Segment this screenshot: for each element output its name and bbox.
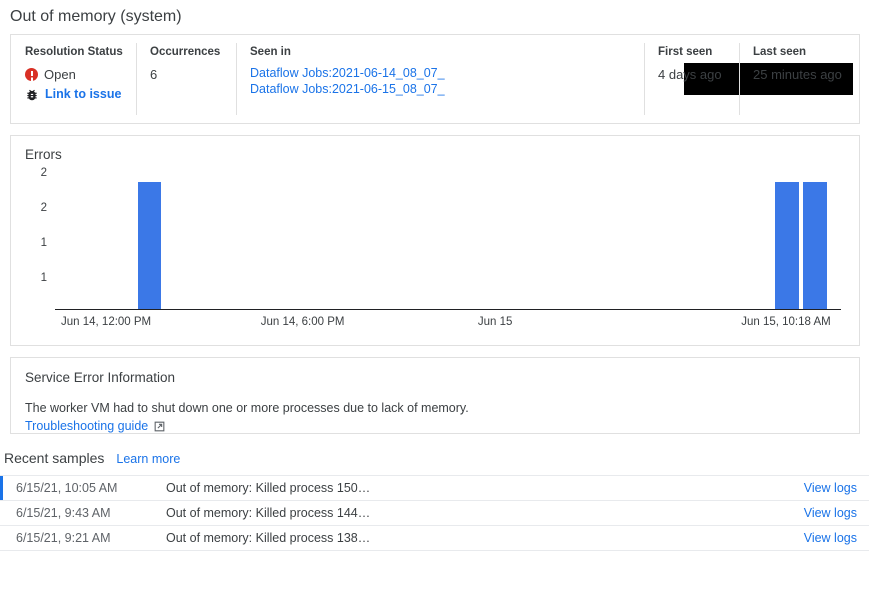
x-axis-tick-1: Jun 14, 6:00 PM xyxy=(261,315,345,329)
first-seen-label: First seen xyxy=(658,45,739,60)
table-row[interactable]: 6/15/21, 9:21 AMOut of memory: Killed pr… xyxy=(0,526,869,551)
seen-in-link-1[interactable]: Dataflow Jobs:2021-06-15_08_07_ xyxy=(250,81,644,97)
errors-chart-plot: 2211 Jun 14, 12:00 PMJun 14, 6:00 PMJun … xyxy=(11,136,859,345)
recent-samples-table: 6/15/21, 10:05 AMOut of memory: Killed p… xyxy=(0,475,869,551)
error-summary-card: Resolution Status Open Link to issue Occ… xyxy=(10,34,860,124)
occurrences-value: 6 xyxy=(150,65,236,84)
occurrences-column: Occurrences 6 xyxy=(136,35,236,123)
occurrences-label: Occurrences xyxy=(150,45,236,60)
x-axis-labels: Jun 14, 12:00 PM Jun 14, 6:00 PM Jun 15 Jun… xyxy=(55,315,841,331)
y-axis-tick-2: 1 xyxy=(25,237,47,249)
last-seen-column: Last seen 25 minutes ago xyxy=(739,35,859,123)
y-axis-tick-3: 1 xyxy=(25,272,47,284)
seen-in-label: Seen in xyxy=(250,45,644,60)
errors-chart-card: Errors 2211 Jun 14, 12:00 PMJun 14, 6:00… xyxy=(10,135,860,346)
sample-message: Out of memory: Killed process 144… xyxy=(166,506,804,520)
view-logs-link[interactable]: View logs xyxy=(804,481,869,495)
error-circle-icon xyxy=(25,68,38,81)
bar-1[interactable] xyxy=(775,182,799,309)
troubleshooting-guide-label: Troubleshooting guide xyxy=(25,419,148,433)
bar-2[interactable] xyxy=(803,182,827,309)
x-axis-tick-2: Jun 15 xyxy=(478,315,513,329)
view-logs-link[interactable]: View logs xyxy=(804,506,869,520)
external-link-icon xyxy=(153,420,166,433)
service-error-information-card: Service Error Information The worker VM … xyxy=(10,357,860,434)
sample-message: Out of memory: Killed process 150… xyxy=(166,481,804,495)
recent-samples-title: Recent samples xyxy=(4,450,104,466)
learn-more-link[interactable]: Learn more xyxy=(116,452,180,466)
bug-icon xyxy=(25,88,39,102)
resolution-status-value: Open xyxy=(44,65,76,84)
x-axis-tick-3: Jun 15, 10:18 AM xyxy=(741,315,831,329)
x-axis-tick-0: Jun 14, 12:00 PM xyxy=(61,315,151,329)
page-title: Out of memory (system) xyxy=(0,0,869,28)
y-axis-labels: 2 2 1 1 xyxy=(25,136,47,345)
seen-in-column: Seen in Dataflow Jobs:2021-06-14_08_07_ … xyxy=(236,35,644,123)
resolution-status-value-row: Open xyxy=(25,65,136,84)
y-axis-tick-0: 2 xyxy=(25,167,47,179)
last-seen-label: Last seen xyxy=(753,45,859,60)
service-error-body: The worker VM had to shut down one or mo… xyxy=(25,400,845,417)
table-row[interactable]: 6/15/21, 9:43 AMOut of memory: Killed pr… xyxy=(0,501,869,526)
last-seen-value: 25 minutes ago xyxy=(753,65,859,84)
first-seen-column: First seen 4 days ago xyxy=(644,35,739,123)
link-to-issue-button[interactable]: Link to issue xyxy=(25,85,136,104)
seen-in-links: Dataflow Jobs:2021-06-14_08_07_ Dataflow… xyxy=(250,65,644,97)
bar-series xyxy=(55,163,841,309)
view-logs-link[interactable]: View logs xyxy=(804,531,869,545)
resolution-status-column: Resolution Status Open Link to issue xyxy=(11,35,136,123)
service-error-title: Service Error Information xyxy=(25,369,845,387)
troubleshooting-guide-link[interactable]: Troubleshooting guide xyxy=(25,419,845,433)
resolution-status-label: Resolution Status xyxy=(25,45,136,60)
sample-message: Out of memory: Killed process 138… xyxy=(166,531,804,545)
recent-samples-header: Recent samples Learn more xyxy=(0,434,869,466)
sample-timestamp: 6/15/21, 9:43 AM xyxy=(16,506,166,520)
first-seen-value: 4 days ago xyxy=(658,65,739,84)
link-to-issue-label: Link to issue xyxy=(45,85,121,104)
sample-timestamp: 6/15/21, 9:21 AM xyxy=(16,531,166,545)
bar-0[interactable] xyxy=(138,182,162,309)
sample-timestamp: 6/15/21, 10:05 AM xyxy=(16,481,166,495)
x-axis-line xyxy=(55,309,841,310)
y-axis-tick-1: 2 xyxy=(25,202,47,214)
table-row[interactable]: 6/15/21, 10:05 AMOut of memory: Killed p… xyxy=(0,476,869,501)
seen-in-link-0[interactable]: Dataflow Jobs:2021-06-14_08_07_ xyxy=(250,65,644,81)
